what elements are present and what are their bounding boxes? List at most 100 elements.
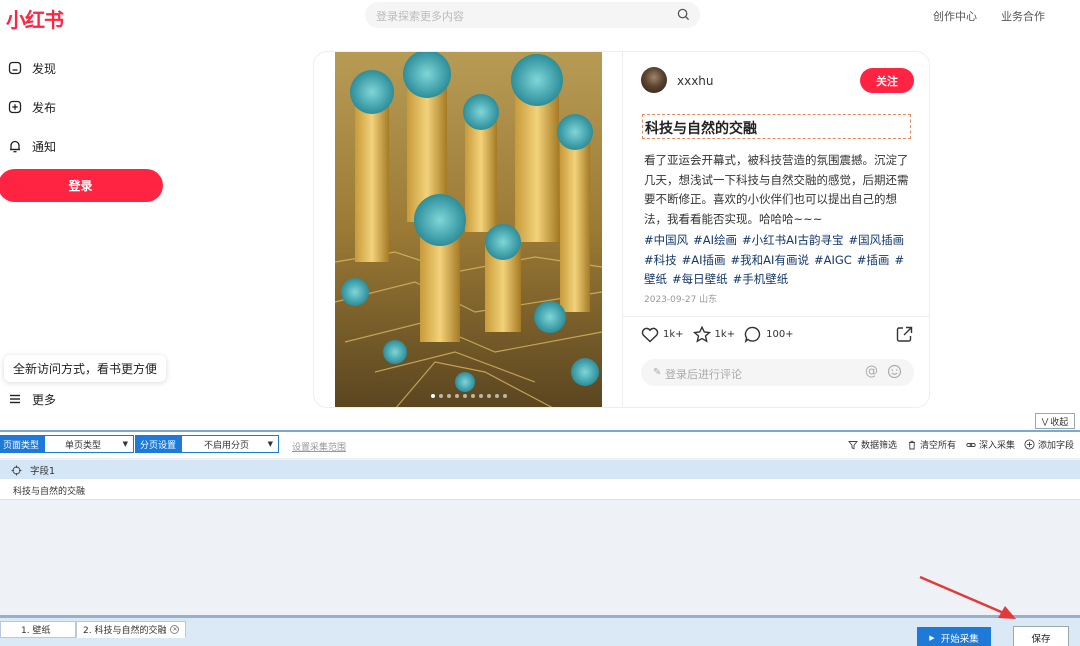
home-icon — [8, 61, 22, 75]
comment-icon — [744, 326, 761, 343]
play-icon: ▶ — [929, 634, 935, 642]
divider — [623, 316, 929, 317]
tag-list: #中国风 #AI绘画 #小红书AI古韵寻宝 #国风插画 #科技 #AI插画 #我和AI有画说… — [644, 231, 914, 290]
tag-link[interactable]: #国风插画 — [848, 233, 904, 247]
clear-all-button[interactable]: 清空所有 — [907, 438, 956, 451]
tag-link[interactable]: #AIGC — [814, 253, 852, 267]
field-column-header[interactable]: 字段1 — [11, 463, 55, 477]
avatar[interactable] — [641, 67, 667, 93]
crosshair-icon — [11, 465, 22, 475]
deep-collect-button[interactable]: 深入采集 — [966, 438, 1015, 451]
tag-link[interactable]: #科技 — [644, 253, 677, 267]
menu-icon — [10, 394, 20, 404]
close-icon[interactable]: ✕ — [170, 625, 180, 634]
sidebar-item-more[interactable]: 更多 — [8, 388, 56, 410]
comment-button[interactable]: 100+ — [744, 326, 794, 343]
note-image[interactable] — [335, 52, 602, 407]
pagination-dot[interactable] — [438, 394, 443, 398]
search-bar[interactable]: 登录探索更多内容 — [365, 2, 700, 28]
link-icon — [966, 442, 976, 447]
bell-icon — [10, 140, 20, 153]
collect-count: 1k+ — [714, 329, 736, 340]
tag-link[interactable]: #我和AI有画说 — [731, 253, 809, 267]
pen-icon: ✎ — [653, 367, 662, 378]
set-range-link[interactable]: 设置采集范围 — [292, 440, 346, 453]
filter-icon — [848, 440, 858, 450]
paging-select[interactable]: 分页设置 不启用分页 ▼ — [135, 435, 280, 453]
start-collect-button[interactable]: ▶ 开始采集 — [917, 627, 991, 646]
tag-link[interactable]: #插画 — [857, 253, 890, 267]
tooltip-access-method: 全新访问方式，看书更方便 — [4, 355, 167, 382]
at-icon[interactable]: @ — [865, 364, 878, 379]
follow-button[interactable]: 关注 — [860, 68, 914, 93]
tag-link[interactable]: #每日壁纸 — [672, 272, 728, 286]
tag-link[interactable]: #AI插画 — [682, 253, 726, 267]
tool-label: 数据筛选 — [861, 441, 898, 451]
comment-input[interactable]: ✎ 登录后进行评论 @ — [641, 359, 914, 386]
sidebar-item-discover[interactable]: 发现 — [8, 57, 56, 79]
table-cell: 科技与自然的交融 — [13, 487, 86, 497]
plus-square-icon — [8, 100, 22, 114]
tag-link[interactable]: #AI绘画 — [693, 233, 737, 247]
paging-label: 分页设置 — [135, 435, 182, 453]
page-type-text: 单页类型 — [65, 440, 102, 451]
pagination-dot[interactable] — [446, 394, 451, 398]
tool-label: 清空所有 — [920, 441, 957, 451]
paging-text: 不启用分页 — [204, 440, 250, 451]
tool-label: 添加字段 — [1038, 441, 1075, 451]
pagination-dot[interactable] — [486, 394, 491, 398]
pagination-dot[interactable] — [462, 394, 467, 398]
data-filter-button[interactable]: 数据筛选 — [848, 438, 897, 451]
collapse-button[interactable]: ⋁ 收起 — [1035, 413, 1075, 429]
circuit-landscape-image — [335, 52, 602, 407]
sidebar-item-label: 发现 — [32, 61, 57, 76]
image-pagination-dots[interactable] — [335, 394, 602, 398]
tab-current-task[interactable]: 2. 科技与自然的交融 ✕ — [76, 621, 187, 638]
tab-label: 1. 壁纸 — [21, 626, 51, 636]
tag-link[interactable]: #手机壁纸 — [733, 272, 789, 286]
save-button[interactable]: 保存 — [1013, 626, 1069, 646]
creator-center-link[interactable]: 创作中心 — [933, 8, 977, 24]
star-icon — [692, 326, 711, 343]
pagination-dot[interactable] — [470, 394, 475, 398]
collect-button[interactable]: 1k+ — [692, 326, 736, 343]
collector-panel: 页面类型 单页类型 ▼ 分页设置 不启用分页 ▼ 设置采集范围 数据筛选 清空所有 … — [0, 430, 1080, 646]
page-type-label: 页面类型 — [0, 435, 45, 453]
app-root: 小红书 登录探索更多内容 创作中心 业务合作 发现 发布 通知 登录 全新访问方… — [0, 0, 1080, 646]
field-header: 字段1 — [0, 460, 1080, 479]
search-icon[interactable] — [677, 8, 690, 21]
tag-link[interactable]: #中国风 — [644, 233, 688, 247]
pagination-dot[interactable] — [478, 394, 483, 398]
sidebar-item-label: 更多 — [32, 392, 57, 407]
note-description: 看了亚运会开幕式，被科技营造的氛围震撼。沉淀了几天，想浅试一下科技与自然交融的感… — [644, 153, 909, 226]
note-detail: xxxhu 关注 科技与自然的交融 看了亚运会开幕式，被科技营造的氛围震撼。沉淀… — [622, 52, 929, 407]
pagination-dot[interactable] — [502, 394, 507, 398]
share-icon[interactable] — [896, 326, 913, 343]
like-button[interactable]: 1k+ — [641, 327, 684, 343]
pagination-dot[interactable] — [494, 394, 499, 398]
add-field-button[interactable]: 添加字段 — [1024, 438, 1074, 451]
table-row[interactable]: 科技与自然的交融 — [0, 479, 1080, 500]
author-name[interactable]: xxxhu — [677, 74, 714, 88]
caret-down-icon: ▼ — [267, 440, 274, 448]
login-button[interactable]: 登录 — [0, 169, 163, 202]
caret-down-icon: ▼ — [122, 440, 129, 448]
note-title: 科技与自然的交融 — [642, 114, 911, 139]
tag-link[interactable]: #小红书AI古韵寻宝 — [742, 233, 843, 247]
tab-label: 2. 科技与自然的交融 — [83, 626, 167, 636]
logo[interactable]: 小红书 — [6, 4, 64, 33]
heart-icon — [641, 327, 659, 343]
pagination-dot[interactable] — [454, 394, 459, 398]
business-link[interactable]: 业务合作 — [1001, 8, 1045, 24]
page-type-select[interactable]: 页面类型 单页类型 ▼ — [0, 435, 135, 453]
engagement-bar: 1k+ 1k+ 100+ — [641, 326, 803, 343]
tab-wallpaper[interactable]: 1. 壁纸 — [0, 621, 76, 638]
emoji-icon[interactable] — [887, 364, 902, 379]
page-type-value[interactable]: 单页类型 ▼ — [44, 435, 135, 453]
search-placeholder: 登录探索更多内容 — [376, 10, 464, 23]
paging-value[interactable]: 不启用分页 ▼ — [181, 435, 280, 453]
comment-placeholder: 登录后进行评论 — [665, 368, 742, 381]
sidebar-item-publish[interactable]: 发布 — [8, 96, 56, 118]
sidebar-item-notifications[interactable]: 通知 — [8, 135, 56, 157]
pagination-dot[interactable] — [430, 394, 435, 398]
